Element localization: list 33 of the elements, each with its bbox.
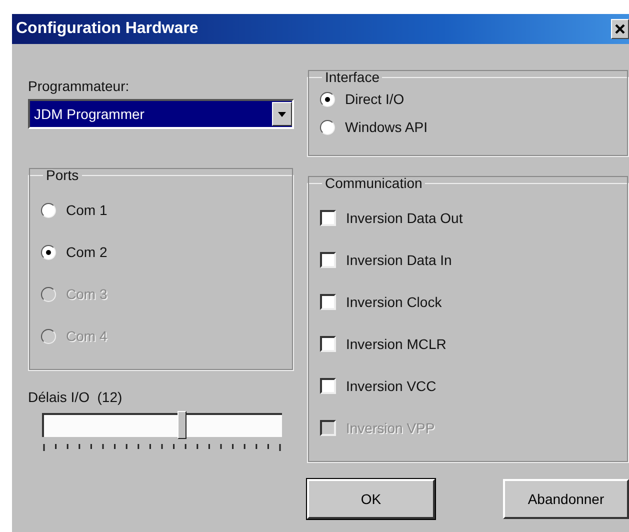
checkbox-label: Inversion Data In <box>346 252 452 268</box>
slider-thumb[interactable] <box>178 411 187 439</box>
dropdown-button[interactable] <box>272 102 292 126</box>
group-title: Communication <box>325 175 422 191</box>
close-icon <box>615 24 625 34</box>
radio-label: Windows API <box>345 119 428 135</box>
window-title: Configuration Hardware <box>16 20 198 38</box>
checkbox[interactable] <box>320 378 336 394</box>
cancel-button[interactable]: Abandonner <box>503 479 629 519</box>
radio-button[interactable] <box>41 202 56 218</box>
radio-button[interactable] <box>41 244 56 260</box>
checkbox-label: Inversion Clock <box>346 294 442 310</box>
radio-label: Direct I/O <box>345 91 404 107</box>
dropdown-value: JDM Programmer <box>34 106 144 122</box>
checkbox-label: Inversion MCLR <box>346 336 446 352</box>
checkbox[interactable] <box>320 210 336 226</box>
close-button[interactable] <box>611 19 629 39</box>
checkbox-label: Inversion VCC <box>346 378 436 394</box>
group-title: Interface <box>325 69 380 85</box>
programmer-label: Programmateur: <box>28 78 130 94</box>
delay-label: Délais I/O (12) <box>28 389 124 405</box>
radio-button[interactable] <box>320 120 335 134</box>
checkbox[interactable] <box>320 294 336 310</box>
checkbox-label: Inversion Data Out <box>346 210 463 226</box>
checkbox[interactable] <box>320 336 336 352</box>
group-title: Ports <box>46 167 79 183</box>
caret-icon <box>278 112 286 116</box>
radio-label: Com 1 <box>66 202 108 218</box>
checkbox[interactable] <box>320 252 336 268</box>
programmer-dropdown[interactable]: JDM Programmer <box>28 99 294 129</box>
ok-button[interactable]: OK <box>307 479 435 519</box>
radio-label: Com 2 <box>66 244 108 260</box>
radio-button[interactable] <box>320 92 335 106</box>
